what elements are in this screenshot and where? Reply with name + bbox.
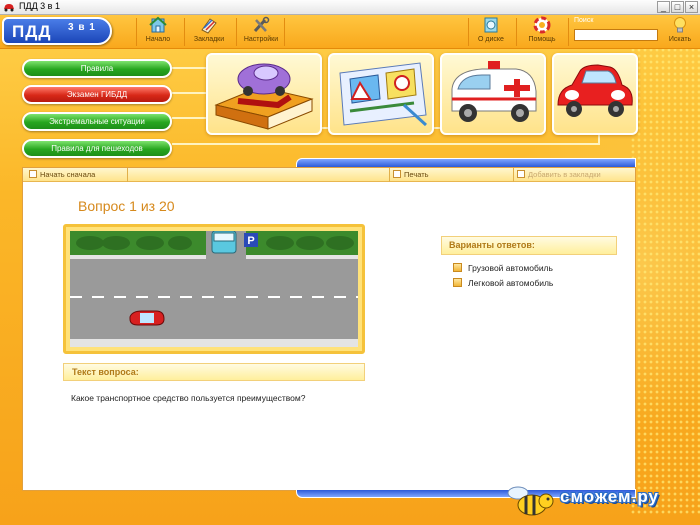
content-action-strip: Начать сначала Печать Добавить в закладк… [23, 168, 635, 182]
road-signs-illustration [339, 62, 428, 127]
lightbulb-icon [674, 17, 686, 33]
search-button-label: Искать [668, 36, 692, 43]
toolbar-divider [184, 18, 185, 46]
help-button[interactable]: Помощь [520, 16, 564, 47]
answer-option[interactable]: Грузовой автомобиль [453, 263, 553, 274]
watermark-text: сможем.ру [560, 487, 659, 506]
connector-line [172, 143, 600, 145]
restart-label: Начать сначала [40, 170, 96, 179]
nav-pedestrian-button[interactable]: Правила для пешеходов [22, 139, 172, 158]
ambulance-panel[interactable] [440, 53, 546, 135]
question-image: P [63, 224, 365, 354]
tools-icon [253, 16, 270, 33]
nav-rules-button[interactable]: Правила [22, 59, 172, 78]
connector-line [172, 67, 208, 69]
toolbar-divider [284, 18, 285, 46]
app-window: ПДД 3 в 1 Начало Закладки Настройки О ди… [0, 15, 700, 525]
help-label: Помощь [528, 36, 556, 43]
question-title: Вопрос 1 из 20 [78, 198, 175, 214]
question-text: Какое транспортное средство пользуется п… [71, 393, 306, 403]
answer-label: Грузовой автомобиль [468, 263, 553, 273]
car-app-icon [4, 4, 14, 12]
ambulance-illustration [451, 61, 537, 122]
logo-main: ПДД [12, 22, 52, 41]
restart-button[interactable]: Начать сначала [29, 168, 95, 182]
home-icon [149, 16, 167, 33]
toolbar-divider [516, 18, 517, 46]
search-label: Поиск [574, 17, 594, 24]
question-text-header: Текст вопроса: [63, 363, 365, 381]
answer-option[interactable]: Легковой автомобиль [453, 278, 553, 289]
close-button[interactable]: × [685, 1, 698, 13]
toolbar-divider [236, 18, 237, 46]
bookmarks-label: Закладки [193, 36, 225, 43]
about-label: О диске [478, 36, 504, 43]
strip-divider [127, 168, 128, 182]
answer-checkbox[interactable] [453, 278, 462, 288]
app-logo: ПДД 3 в 1 [2, 17, 112, 45]
search-area: Поиск [572, 16, 662, 47]
about-button[interactable]: О диске [469, 16, 513, 47]
red-car-illustration [557, 64, 633, 117]
logo-sub: 3 в 1 [68, 22, 96, 33]
settings-label: Настройки [243, 36, 279, 43]
strip-divider [513, 168, 514, 182]
rulebook-car-illustration [214, 63, 314, 130]
toolbar-divider [568, 18, 569, 46]
search-button[interactable]: Искать [660, 16, 700, 47]
traffic-signs-panel[interactable] [328, 53, 434, 135]
bee-mascot-icon [507, 486, 554, 516]
search-input[interactable] [574, 29, 658, 41]
print-label: Печать [404, 170, 429, 179]
minimize-button[interactable]: _ [657, 1, 670, 13]
window-titlebar: ПДД 3 в 1 _ □ × [0, 0, 700, 15]
maximize-button[interactable]: □ [671, 1, 684, 13]
add-bookmark-button[interactable]: Добавить в закладки [517, 168, 601, 182]
print-button[interactable]: Печать [393, 168, 429, 182]
content-panel: Начать сначала Печать Добавить в закладк… [22, 167, 636, 491]
bookmarks-icon [201, 18, 217, 34]
window-title: ПДД 3 в 1 [19, 1, 60, 11]
home-label: Начало [145, 36, 171, 43]
road-scene: P [70, 231, 358, 347]
nav-extreme-button[interactable]: Экстремальные ситуации [22, 112, 172, 131]
lifebuoy-icon [533, 16, 551, 34]
print-icon [393, 170, 401, 179]
home-small-icon [29, 170, 37, 179]
answers-header: Варианты ответов: [441, 236, 617, 255]
decorative-dots [630, 35, 700, 515]
settings-button[interactable]: Настройки [239, 16, 283, 47]
add-bookmark-label: Добавить в закладки [528, 170, 601, 179]
bookmarks-button[interactable]: Закладки [187, 16, 231, 47]
nav-exam-button[interactable]: Экзамен ГИБДД [22, 85, 172, 104]
red-car-panel[interactable] [552, 53, 638, 135]
home-button[interactable]: Начало [136, 16, 180, 47]
watermark: сможем.ру [498, 483, 698, 523]
disc-info-icon [484, 17, 498, 33]
answer-label: Легковой автомобиль [468, 278, 554, 288]
parking-sign-label: P [247, 235, 254, 247]
answer-checkbox[interactable] [453, 263, 462, 273]
rules-book-panel[interactable] [206, 53, 322, 135]
intersection-illustration: P [70, 231, 358, 347]
top-toolbar: ПДД 3 в 1 Начало Закладки Настройки О ди… [0, 15, 700, 49]
strip-divider [389, 168, 390, 182]
add-bookmark-icon [517, 170, 525, 179]
